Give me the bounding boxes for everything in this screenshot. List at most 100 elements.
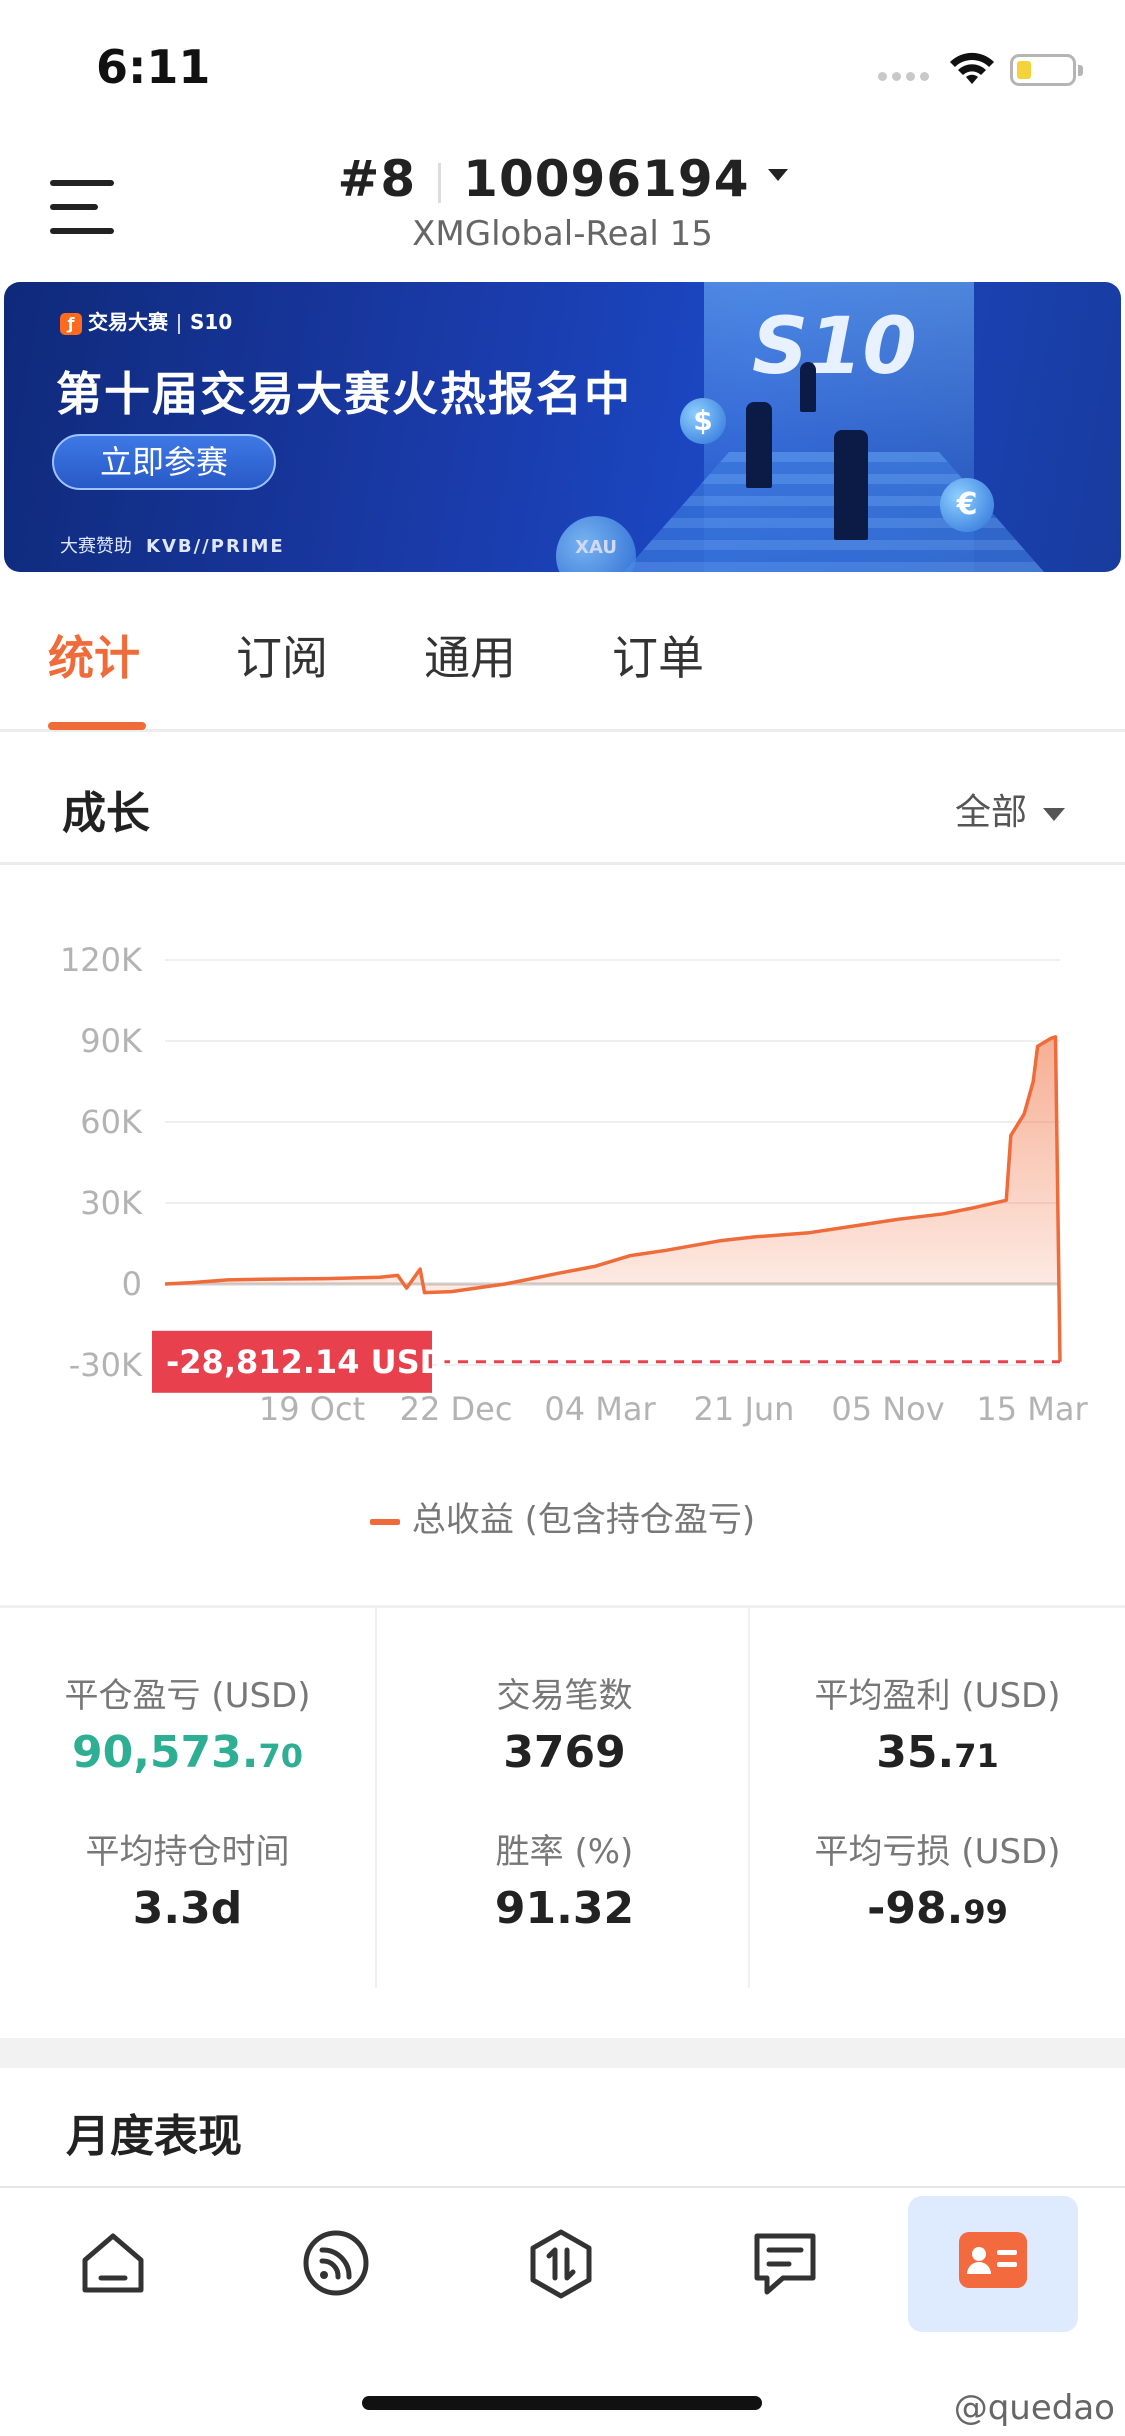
status-time: 6:11 <box>96 40 211 94</box>
stats-column-right: 平均盈利 (USD) 35.71 平均亏损 (USD) -98.99 <box>750 1608 1125 1988</box>
stat-trade-count: 交易笔数 3769 <box>377 1668 752 1778</box>
profile-card-icon <box>959 2232 1027 2288</box>
stats-grid: 平仓盈亏 (USD) 90,573.70 平均持仓时间 3.3d 交易笔数 37… <box>0 1605 1125 2035</box>
nav-profile[interactable] <box>908 2196 1078 2332</box>
stat-label: 平均盈利 (USD) <box>814 1676 1061 1716</box>
status-bar: 6:11 <box>0 0 1125 140</box>
stat-value-int: 35. <box>876 1727 955 1778</box>
tab-stats[interactable]: 统计 <box>48 622 140 688</box>
chevron-down-icon <box>767 168 788 181</box>
banner-hero-text: S10 <box>752 302 917 392</box>
stat-avg-profit: 平均盈利 (USD) 35.71 <box>750 1668 1125 1778</box>
x-tick-label: 22 Dec <box>400 1390 513 1428</box>
x-tick-label: 05 Nov <box>831 1390 944 1428</box>
active-tab-indicator <box>48 722 146 730</box>
current-value-label: -28,812.14 USD <box>166 1343 446 1381</box>
feed-icon <box>303 2230 369 2296</box>
stat-label: 平仓盈亏 (USD) <box>64 1676 311 1716</box>
stat-value: 3.3d <box>132 1883 243 1934</box>
banner-tag-separator <box>178 313 180 334</box>
account-server: XMGlobal-Real 15 <box>412 214 713 254</box>
sponsor-name: KVB//PRIME <box>146 536 285 557</box>
stat-value-int: -98. <box>867 1883 964 1934</box>
banner-brand-tag: 交易大赛 <box>88 310 168 334</box>
x-tick-label: 19 Oct <box>259 1390 365 1428</box>
chart-legend: 总收益 (包含持仓盈亏) <box>0 1492 1125 1541</box>
stat-value-int: 90,573. <box>71 1727 259 1778</box>
growth-section-header: 成长 全部 <box>0 735 1125 865</box>
account-selector[interactable]: #8 10096194 <box>0 150 1125 208</box>
range-value: 全部 <box>954 792 1027 833</box>
banner-figure <box>834 430 868 540</box>
growth-area <box>165 1036 1060 1362</box>
stats-column-left: 平仓盈亏 (USD) 90,573.70 平均持仓时间 3.3d <box>0 1608 375 1988</box>
stats-column-mid: 交易笔数 3769 胜率 (%) 91.32 <box>375 1608 750 1988</box>
account-rank: #8 <box>337 150 417 208</box>
legend-swatch <box>369 1518 400 1525</box>
tab-orders[interactable]: 订单 <box>612 622 704 688</box>
x-tick-label: 15 Mar <box>976 1390 1088 1428</box>
banner-sponsor: 大赛赞助 KVB//PRIME <box>60 532 285 558</box>
stat-value-dec: 99 <box>963 1893 1008 1931</box>
section-divider <box>0 2038 1125 2068</box>
growth-title: 成长 <box>62 788 150 839</box>
chevron-down-icon <box>1043 807 1065 821</box>
banner-figure <box>746 402 772 488</box>
banner-title: 第十届交易大赛火热报名中 <box>56 367 632 421</box>
stat-value: 3769 <box>503 1727 626 1778</box>
stat-label: 平均亏损 (USD) <box>814 1832 1061 1872</box>
account-separator <box>438 162 442 203</box>
banner-season-tag: S10 <box>190 310 233 334</box>
legend-label: 总收益 (包含持仓盈亏) <box>411 1500 756 1540</box>
y-tick-label: 120K <box>60 941 143 979</box>
y-tick-label: 30K <box>80 1184 143 1222</box>
gold-coin-icon: XAU <box>556 516 636 572</box>
join-contest-button[interactable]: 立即参赛 <box>52 434 276 490</box>
x-tick-label: 21 Jun <box>694 1390 795 1428</box>
growth-chart[interactable]: 120K 90K 60K 30K 0 -30K 19 Oct 22 Dec 04 Mar 21 … <box>0 900 1125 1440</box>
growth-series-line <box>164 1035 1062 1362</box>
watermark: @quedao <box>953 2388 1115 2428</box>
tab-subscribe[interactable]: 订阅 <box>236 622 328 688</box>
tab-general[interactable]: 通用 <box>424 622 516 688</box>
stat-value: 91.32 <box>494 1883 635 1934</box>
nav-orders[interactable] <box>700 2188 870 2328</box>
nav-trade[interactable] <box>476 2188 646 2328</box>
stat-value-dec: 71 <box>954 1737 999 1775</box>
range-dropdown[interactable]: 全部 <box>955 783 1065 835</box>
y-tick-label: 0 <box>122 1265 142 1303</box>
dollar-coin-icon: $ <box>680 398 726 444</box>
banner-tag: ƒ 交易大赛 S10 <box>60 306 232 335</box>
stat-value: -98.99 <box>750 1883 1125 1934</box>
y-tick-label: 90K <box>80 1022 143 1060</box>
battery-icon <box>1010 54 1083 86</box>
nav-feed[interactable] <box>251 2188 421 2328</box>
home-indicator[interactable] <box>362 2396 762 2410</box>
tab-bar: 统计 订阅 通用 订单 <box>0 572 1125 732</box>
banner-figure <box>800 362 816 412</box>
nav-home[interactable] <box>28 2188 198 2328</box>
contest-logo-icon: ƒ <box>60 312 82 335</box>
stat-value-dec: 70 <box>258 1737 304 1775</box>
stat-closed-pl: 平仓盈亏 (USD) 90,573.70 <box>0 1668 375 1778</box>
wifi-icon <box>950 52 994 84</box>
x-tick-label: 04 Mar <box>544 1390 656 1428</box>
stat-value: 90,573.70 <box>0 1727 375 1778</box>
stat-label: 交易笔数 <box>496 1676 633 1716</box>
stat-win-rate: 胜率 (%) 91.32 <box>377 1824 752 1934</box>
sponsor-label: 大赛赞助 <box>60 536 132 557</box>
account-id: 10096194 <box>463 150 750 208</box>
current-value-tag: -28,812.14 USD <box>152 1330 446 1393</box>
monthly-performance-title: 月度表现 <box>66 2111 242 2162</box>
stat-label: 平均持仓时间 <box>85 1832 290 1872</box>
promo-banner[interactable]: S10 $ € XAU ƒ 交易大赛 S10 第十届交易大赛火热报名中 立即参赛 大… <box>4 282 1121 572</box>
stat-value: 35.71 <box>750 1727 1125 1778</box>
stat-avg-loss: 平均亏损 (USD) -98.99 <box>750 1824 1125 1934</box>
y-tick-label: 60K <box>80 1103 143 1141</box>
euro-coin-icon: € <box>940 478 994 532</box>
home-icon <box>82 2233 144 2293</box>
y-tick-label: -30K <box>69 1346 143 1384</box>
stat-avg-hold: 平均持仓时间 3.3d <box>0 1824 375 1934</box>
cellular-signal-icon <box>878 72 932 84</box>
trade-icon <box>530 2229 592 2299</box>
